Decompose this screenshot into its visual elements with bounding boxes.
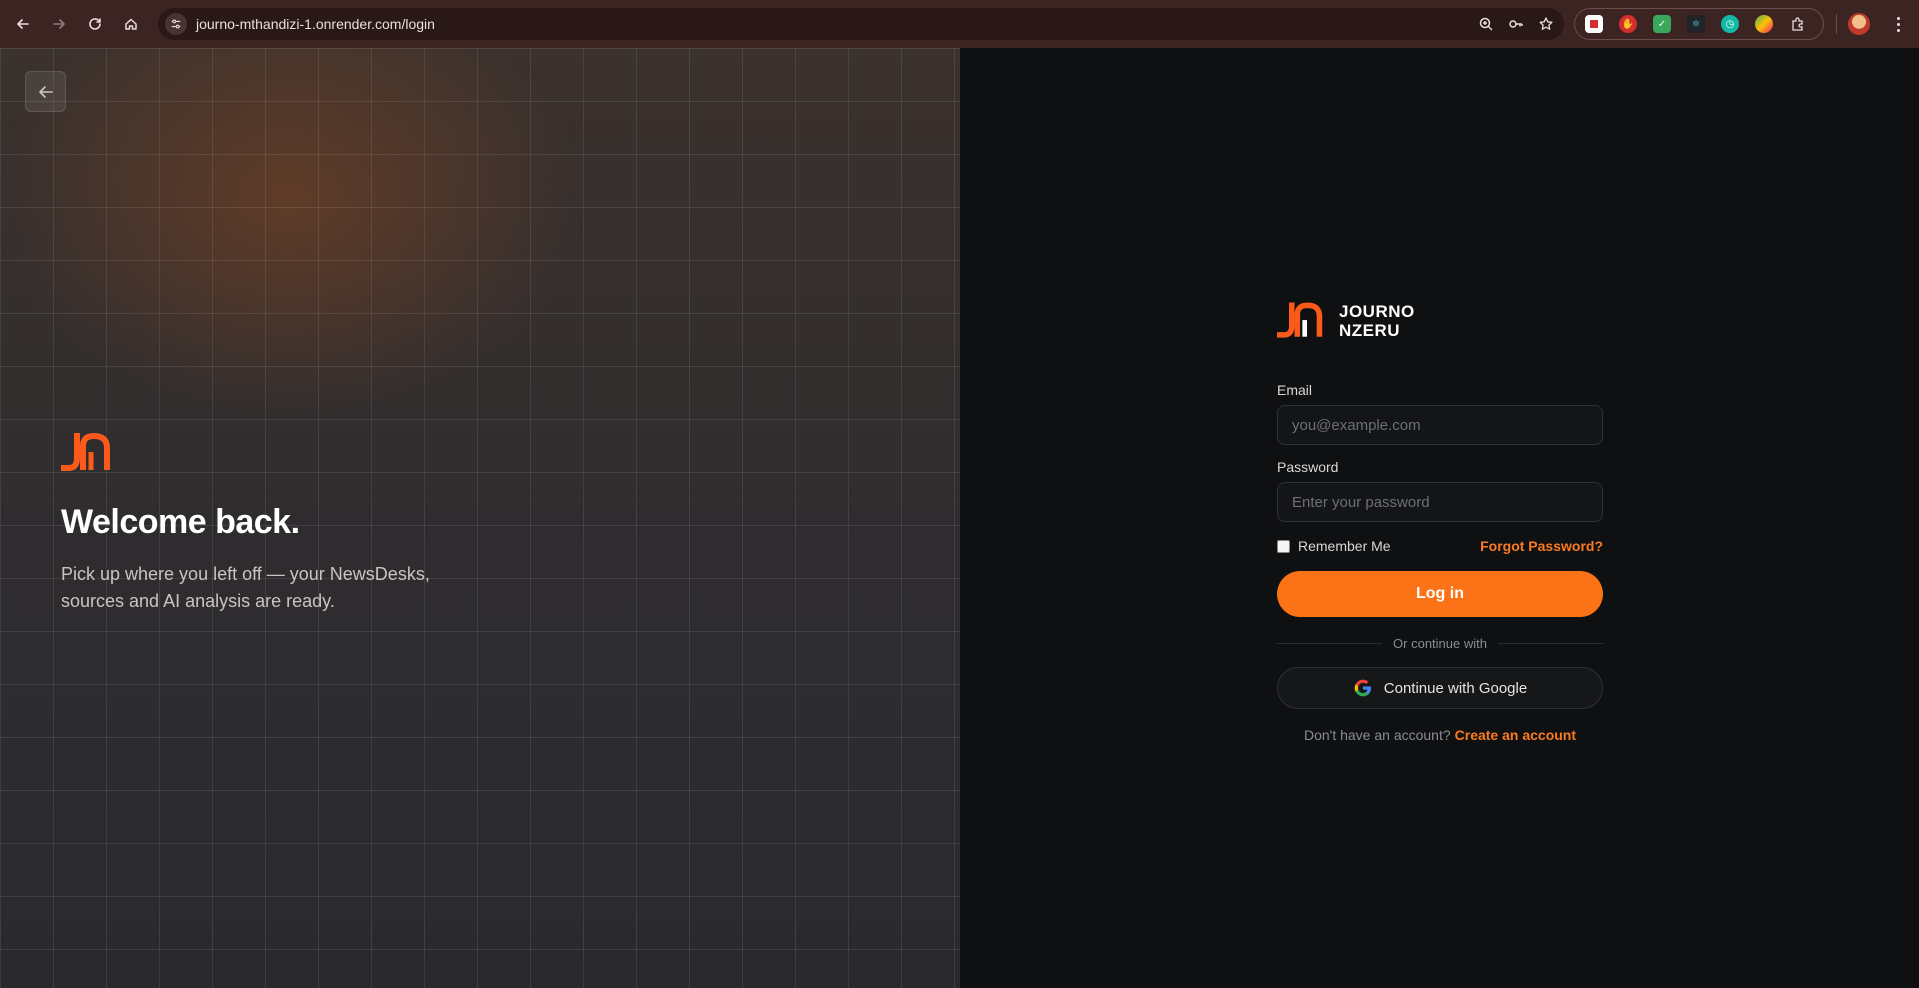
arrow-left-icon	[17, 19, 29, 29]
remember-me-checkbox[interactable]	[1277, 539, 1290, 553]
create-account-link[interactable]: Create an account	[1455, 727, 1576, 743]
hero-panel: Welcome back. Pick up where you left off…	[0, 48, 960, 988]
brand-logo-icon	[61, 432, 110, 471]
google-signin-button[interactable]: Continue with Google	[1277, 667, 1603, 709]
email-label: Email	[1277, 382, 1313, 398]
profile-avatar[interactable]	[1848, 13, 1870, 35]
extension-tab-icon[interactable]	[1585, 15, 1603, 33]
extension-shield-icon[interactable]: ✓	[1653, 15, 1671, 33]
arrow-left-icon	[38, 85, 53, 98]
brand-name-line1: JOURNO	[1339, 302, 1415, 321]
signup-row: Don't have an account? Create an account	[1277, 727, 1603, 743]
forward-nav-button[interactable]	[45, 10, 73, 38]
remember-me[interactable]: Remember Me	[1277, 538, 1391, 554]
divider-line	[1277, 642, 1383, 644]
brand-name-line2: NZERU	[1339, 321, 1401, 340]
extension-timer-icon[interactable]: ◷	[1721, 15, 1739, 33]
address-bar[interactable]: journo-mthandizi-1.onrender.com/login	[158, 8, 1564, 40]
remember-me-label[interactable]: Remember Me	[1298, 538, 1391, 554]
browser-toolbar: journo-mthandizi-1.onrender.com/login ✋ …	[0, 0, 1919, 48]
extensions-tray: ✋ ✓ ⚛ ◷	[1574, 8, 1824, 40]
password-label: Password	[1277, 459, 1339, 475]
or-divider-text: Or continue with	[1393, 635, 1487, 651]
brand-name: JOURNO NZERU	[1339, 302, 1415, 340]
google-signin-label: Continue with Google	[1383, 679, 1528, 697]
extension-hand-icon[interactable]: ✋	[1619, 15, 1637, 33]
star-icon[interactable]	[1538, 16, 1554, 32]
back-button[interactable]	[25, 71, 66, 112]
brand-header: JOURNO NZERU	[1277, 298, 1603, 344]
browser-menu-icon[interactable]	[1888, 14, 1908, 34]
zoom-icon[interactable]	[1478, 16, 1494, 32]
login-panel: JOURNO NZERU Email Password Remember Me …	[960, 48, 1919, 988]
arrow-right-icon	[53, 19, 65, 29]
welcome-heading: Welcome back.	[61, 503, 300, 541]
home-button[interactable]	[117, 10, 145, 38]
forgot-password-link[interactable]: Forgot Password?	[1480, 538, 1603, 554]
extension-colorful-icon[interactable]	[1755, 15, 1773, 33]
login-form: JOURNO NZERU Email Password Remember Me …	[1277, 298, 1603, 743]
back-nav-button[interactable]	[9, 10, 37, 38]
toolbar-divider	[1836, 14, 1837, 34]
or-divider: Or continue with	[1277, 634, 1603, 652]
password-input[interactable]	[1277, 482, 1603, 522]
email-input[interactable]	[1277, 405, 1603, 445]
signup-prompt: Don't have an account?	[1303, 727, 1451, 743]
google-icon	[1354, 679, 1371, 697]
reload-icon	[89, 18, 101, 30]
divider-line	[1497, 642, 1603, 644]
extensions-puzzle-icon[interactable]	[1789, 15, 1807, 33]
welcome-subtitle: Pick up where you left off — your NewsDe…	[61, 564, 430, 611]
home-icon	[125, 18, 137, 30]
site-settings-icon[interactable]	[165, 13, 187, 35]
key-icon[interactable]	[1508, 16, 1524, 32]
url-text[interactable]: journo-mthandizi-1.onrender.com/login	[196, 16, 435, 32]
reload-button[interactable]	[81, 10, 109, 38]
login-button[interactable]: Log in	[1277, 571, 1603, 617]
brand-logo-icon	[1277, 302, 1323, 338]
extension-react-icon[interactable]: ⚛	[1687, 15, 1705, 33]
